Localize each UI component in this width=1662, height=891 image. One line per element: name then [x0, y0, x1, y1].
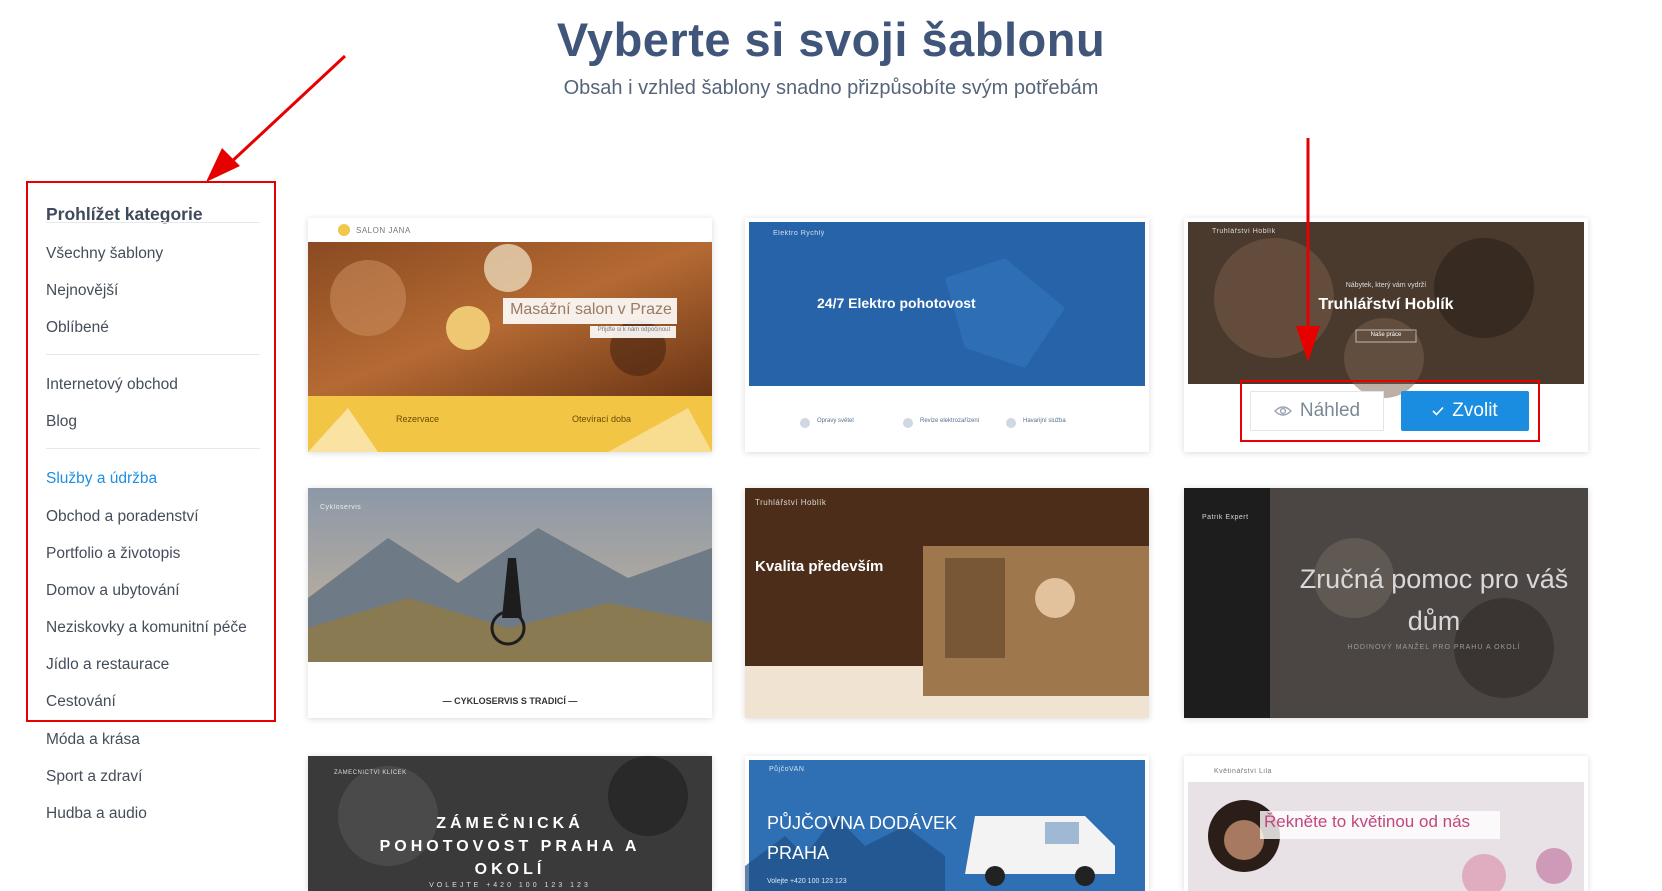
template-card-cyklo[interactable]: Cykloservis — CYKLOSERVIS S TRADICÍ —	[308, 488, 712, 718]
brand-label: ZÁMEČNICTVÍ KLÍČEK	[334, 770, 407, 776]
page-subtitle: Obsah i vzhled šablony snadno přizpůsobí…	[563, 77, 1099, 99]
arrow-to-sidebar	[206, 54, 347, 182]
brand-label: Truhlářství Hoblík	[755, 498, 827, 507]
template-card-hoblik[interactable]: Truhlářství Hoblík Kvalita především	[745, 488, 1149, 718]
hero-kicker: Nábytek, který vám vydrží	[1345, 282, 1427, 289]
hero-sub: HODINOVÝ MANŽEL PRO PRAHU A OKOLÍ	[1347, 644, 1521, 651]
category-sport[interactable]: Sport a zdraví	[46, 768, 143, 786]
elektro-thumbnail	[745, 218, 1149, 452]
brand-label: PůjčoVAN	[769, 766, 805, 773]
template-card-salon[interactable]: SALON JANA Masážní salon v Praze Přijďte…	[308, 218, 712, 452]
hero-cta: Přijďte si k nám odpočinout	[597, 327, 671, 333]
hero-text: Zručná pomoc pro váš dům	[1299, 564, 1569, 636]
template-card-elektro[interactable]: Elektro Rychlý 24/7 Elektro pohotovost O…	[745, 218, 1149, 452]
hero-text: Řekněte to květinou od nás	[1264, 812, 1471, 831]
brand-label: Květinářství Lila	[1214, 768, 1272, 775]
service-1: Opravy světel	[817, 418, 854, 424]
buttons-highlight-box	[1240, 380, 1540, 442]
template-card-pujcovna[interactable]: PůjčoVAN PŮJČOVNA DODÁVEK PRAHA Volejte …	[745, 756, 1149, 891]
template-card-zamek[interactable]: ZÁMEČNICTVÍ KLÍČEK ZÁMEČNICKÁ POHOTOVOST…	[308, 756, 712, 891]
template-card-expert[interactable]: Patrik Expert Zručná pomoc pro váš dům H…	[1184, 488, 1588, 718]
brand-label: Truhlářství Hoblík	[1212, 228, 1276, 235]
hero-text: PŮJČOVNA DODÁVEK PRAHA	[767, 813, 958, 863]
brand-label: Patrik Expert	[1202, 514, 1249, 521]
category-music[interactable]: Hudba a audio	[46, 805, 147, 823]
sidebar-highlight-box	[26, 181, 276, 722]
brand-label: SALON JANA	[356, 226, 411, 235]
category-fashion[interactable]: Móda a krása	[46, 731, 140, 749]
template-card-kvetiny[interactable]: Květinářství Lila Řekněte to květinou od…	[1184, 756, 1588, 891]
hero-text: Truhlářství Hoblík	[1318, 296, 1454, 313]
brand-label: Elektro Rychlý	[773, 230, 825, 237]
hero-phone: Volejte +420 100 123 123	[767, 878, 847, 885]
footer-left: Rezervace	[396, 414, 440, 424]
footer-right: Otevírací doba	[572, 414, 632, 424]
hero-text: Kvalita především	[755, 558, 884, 575]
hero-phone: VOLEJTE +420 100 123 123	[429, 882, 591, 889]
page-title: Vyberte si svoji šablonu	[556, 13, 1106, 66]
hero-text: Masážní salon v Praze	[510, 301, 672, 318]
hero-text: 24/7 Elektro pohotovost	[817, 295, 976, 311]
service-3: Havarijní služba	[1023, 418, 1066, 424]
brand-label: Cykloservis	[320, 504, 362, 511]
hero-button: Naše práce	[1370, 332, 1402, 338]
cyklo-thumbnail	[308, 488, 712, 718]
hero-text: ZÁMEČNICKÁ POHOTOVOST PRAHA A OKOLÍ	[379, 815, 641, 878]
salon-thumbnail	[308, 218, 712, 452]
tagline: — CYKLOSERVIS S TRADICÍ —	[442, 696, 578, 706]
service-2: Revize elektrozařízení	[920, 418, 980, 424]
hoblik2-thumbnail	[745, 488, 1149, 718]
